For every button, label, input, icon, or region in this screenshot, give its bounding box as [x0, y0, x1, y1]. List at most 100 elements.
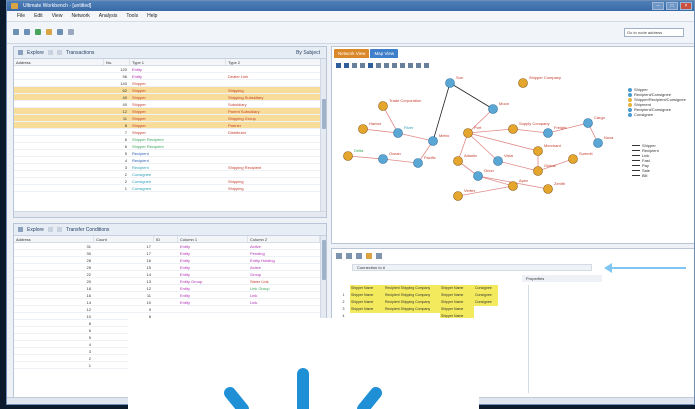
table-row[interactable]: 2 Consignee Shipping	[14, 178, 326, 185]
table-row[interactable]: 31 17 Entity Active	[14, 243, 326, 250]
expand-icon[interactable]	[408, 62, 413, 68]
graph-node[interactable]	[533, 146, 543, 156]
table-row[interactable]: 30 17 Entity Pending	[14, 250, 326, 257]
folder-icon[interactable]	[366, 253, 372, 259]
list-icon[interactable]	[56, 227, 62, 232]
graph-node[interactable]	[543, 128, 553, 138]
table-row[interactable]: 18 12 Entity Link Group	[14, 285, 326, 292]
table-row[interactable]: 40 Shipper Subsidiary	[14, 101, 326, 108]
graph-node[interactable]	[543, 184, 553, 194]
graph-node[interactable]	[393, 128, 403, 138]
table-row[interactable]: 2 Consignee	[14, 171, 326, 178]
filter-icon[interactable]	[400, 62, 405, 68]
maximize-button[interactable]: □	[666, 2, 678, 10]
tab-map-view[interactable]: Map View	[370, 49, 399, 58]
table-row[interactable]: 16 11 Entity Link	[14, 292, 326, 299]
folder-icon[interactable]	[46, 29, 52, 35]
save-icon[interactable]	[57, 29, 63, 35]
table-row[interactable]: 4 Recipient	[14, 157, 326, 164]
table-row[interactable]: 28 16 Entity Entity Holding	[14, 257, 326, 264]
table-row[interactable]: 3 Recipient Shipping Recipient	[14, 164, 326, 171]
hierarchy-icon[interactable]	[376, 62, 381, 68]
table-row[interactable]: 1 Shipper Name Recipient Shipping Company S…	[336, 292, 526, 299]
menu-edit[interactable]: Edit	[34, 13, 43, 19]
network-graph[interactable]: Sun Shipper Company Trade Corporation Moon H…	[338, 71, 618, 241]
table-row[interactable]: 14 10 Entity Link	[14, 299, 326, 306]
graph-node[interactable]	[463, 128, 473, 138]
export-icon[interactable]	[424, 62, 429, 68]
table-row[interactable]: 22 14 Entity Group	[14, 271, 326, 278]
col-count[interactable]: Count	[94, 236, 154, 242]
menu-network[interactable]: Network	[71, 13, 89, 19]
graph-node[interactable]	[453, 191, 463, 201]
graph-edge[interactable]	[449, 82, 494, 110]
graph-edge[interactable]	[397, 132, 434, 142]
layout-icon[interactable]	[368, 62, 373, 68]
graph-node[interactable]	[358, 124, 368, 134]
explore-icon[interactable]	[18, 227, 23, 232]
graph-edge[interactable]	[362, 128, 399, 134]
refresh-icon[interactable]	[35, 29, 41, 35]
grid-vscroll[interactable]	[320, 59, 326, 217]
table-row[interactable]: 2 Shipper Name Recipient Shipping Company S…	[336, 299, 526, 306]
circle-layout-icon[interactable]	[384, 62, 389, 68]
table-row[interactable]: 8 Shipper Partner	[14, 122, 326, 129]
grid-icon[interactable]	[47, 50, 53, 55]
col-column2[interactable]: Column 2	[248, 236, 320, 242]
col-id[interactable]: ID	[154, 236, 178, 242]
table-row[interactable]: 1 Consignee Shipping	[14, 185, 326, 192]
col-address[interactable]: Address	[14, 236, 94, 242]
menu-tools[interactable]: Tools	[126, 13, 138, 19]
filter-dropdown[interactable]: Transactions	[66, 50, 94, 56]
table-row[interactable]: 11 Shipper Shipping Group	[14, 115, 326, 122]
table-row[interactable]: 6 Shipper Recipient	[14, 143, 326, 150]
close-button[interactable]: ×	[680, 2, 692, 10]
menu-view[interactable]: View	[52, 13, 63, 19]
graph-node[interactable]	[583, 118, 593, 128]
table-row[interactable]: Shipper Name Recipient Shipping Company Sh…	[336, 285, 526, 292]
table-row[interactable]: 12 9	[14, 306, 326, 313]
remove-icon[interactable]	[346, 253, 352, 259]
graph-node[interactable]	[445, 78, 455, 88]
graph-node[interactable]	[413, 158, 423, 168]
col-no[interactable]: No.	[104, 59, 130, 65]
grid-layout-icon[interactable]	[392, 62, 397, 68]
list-icon[interactable]	[56, 50, 62, 55]
graph-edge[interactable]	[382, 158, 419, 164]
zoom-in-icon[interactable]	[352, 62, 357, 68]
col-type1[interactable]: Type 1	[130, 59, 226, 65]
grid-icon[interactable]	[47, 227, 53, 232]
minimize-button[interactable]: –	[652, 2, 664, 10]
menu-file[interactable]: File	[17, 13, 25, 19]
graph-node[interactable]	[343, 151, 353, 161]
back-icon[interactable]	[13, 29, 19, 35]
undo-icon[interactable]	[376, 253, 382, 259]
graph-node[interactable]	[508, 124, 518, 134]
explore-icon[interactable]	[18, 50, 23, 55]
graph-edge[interactable]	[467, 132, 539, 152]
add-icon[interactable]	[336, 253, 342, 259]
table-row[interactable]: 40 Shipper Shipping Subsidiary	[14, 94, 326, 101]
group-by-label[interactable]: By Subject	[296, 50, 320, 56]
sort-icon[interactable]	[356, 253, 362, 259]
table-row[interactable]: 20 13 Entity Group Sister Link	[14, 278, 326, 285]
graph-node[interactable]	[453, 156, 463, 166]
graph-edge[interactable]	[347, 155, 384, 160]
table-row[interactable]: 7 Shipper Distributor	[14, 129, 326, 136]
table-row[interactable]: 140 Shipper	[14, 80, 326, 87]
select-tool-icon[interactable]	[336, 62, 341, 68]
graph-node[interactable]	[378, 101, 388, 111]
print-icon[interactable]	[68, 29, 74, 35]
graph-node[interactable]	[378, 154, 388, 164]
grid-hscroll[interactable]	[14, 211, 326, 217]
table-row[interactable]: 62 Shipper Shipping	[14, 87, 326, 94]
graph-node[interactable]	[533, 166, 543, 176]
table-row[interactable]: 120 Entity	[14, 66, 326, 73]
collapse-icon[interactable]	[416, 62, 421, 68]
graph-edge[interactable]	[477, 175, 514, 187]
menu-help[interactable]: Help	[147, 13, 157, 19]
zoom-out-icon[interactable]	[360, 62, 365, 68]
table-row[interactable]: 25 15 Entity Active	[14, 264, 326, 271]
table-row[interactable]: 3 Shipper Name Recipient Shipping Company S…	[336, 306, 526, 313]
transfer-filter-dropdown[interactable]: Transfer Conditions	[66, 227, 109, 233]
